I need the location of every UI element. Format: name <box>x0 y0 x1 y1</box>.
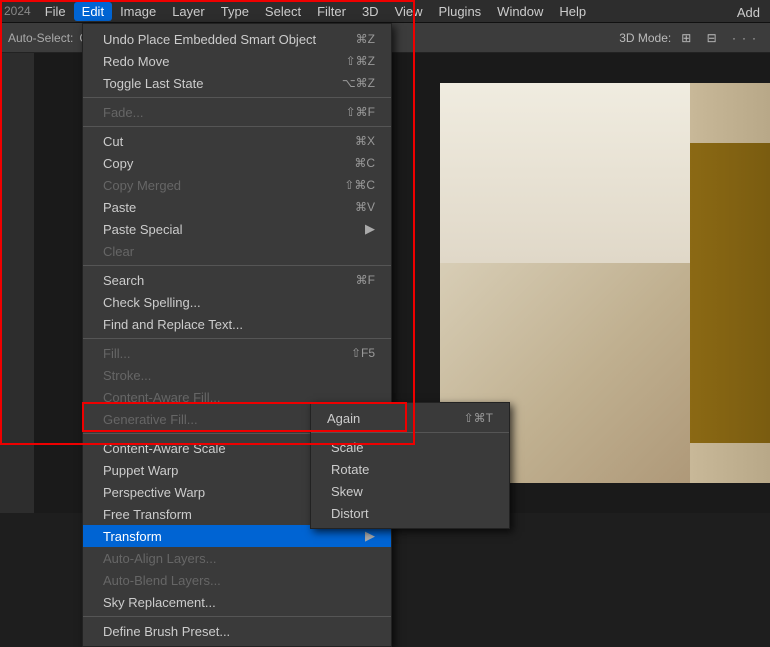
menu-plugins[interactable]: Plugins <box>431 2 490 21</box>
mode-icons: ⊞ ⊟ ··· <box>681 31 762 45</box>
menu-item-label: Copy Merged <box>103 178 181 193</box>
menu-item-shortcut: ⌥⌘Z <box>342 76 375 90</box>
separator-2 <box>83 126 391 127</box>
submenu-again-shortcut: ⇧⌘T <box>464 411 493 425</box>
menu-3d[interactable]: 3D <box>354 2 387 21</box>
menu-help[interactable]: Help <box>551 2 594 21</box>
menu-item-label: Puppet Warp <box>103 463 178 478</box>
edit-dropdown-menu: Undo Place Embedded Smart Object ⌘Z Redo… <box>82 23 392 647</box>
menu-item-paste[interactable]: Paste ⌘V <box>83 196 391 218</box>
menu-item-label: Stroke... <box>103 368 151 383</box>
menu-item-label: Rotate <box>331 462 369 477</box>
menu-item-label: Toggle Last State <box>103 76 203 91</box>
menu-item-shortcut: ⌘V <box>355 200 375 214</box>
room-shelf <box>690 143 770 443</box>
menu-item-label: Paste Special <box>103 222 183 237</box>
menu-item-toggle[interactable]: Toggle Last State ⌥⌘Z <box>83 72 391 94</box>
menu-item-label: Auto-Align Layers... <box>103 551 216 566</box>
menu-item-shortcut: ⌘F <box>356 273 375 287</box>
menu-item-label: Transform <box>103 529 162 544</box>
menu-item-shortcut: ⇧F5 <box>351 346 375 360</box>
menu-item-shortcut: ⇧⌘Z <box>346 54 375 68</box>
menu-item-fill[interactable]: Fill... ⇧F5 <box>83 342 391 364</box>
menu-image[interactable]: Image <box>112 2 164 21</box>
menu-item-shortcut: ⌘C <box>354 156 375 170</box>
menu-item-label: Find and Replace Text... <box>103 317 243 332</box>
transform-submenu: Again ⇧⌘T Scale Rotate Skew Distort <box>310 402 510 529</box>
menu-item-copy-merged[interactable]: Copy Merged ⇧⌘C <box>83 174 391 196</box>
submenu-arrow: ▶ <box>365 221 375 237</box>
menu-item-label: Define Brush Preset... <box>103 624 230 639</box>
menu-item-label: Undo Place Embedded Smart Object <box>103 32 316 47</box>
menu-item-label: Redo Move <box>103 54 169 69</box>
separator-4 <box>83 338 391 339</box>
menu-item-label: Check Spelling... <box>103 295 201 310</box>
ps-year-label: 2024 <box>4 4 31 18</box>
menu-item-label: Auto-Blend Layers... <box>103 573 221 588</box>
separator-1 <box>83 97 391 98</box>
menu-item-label: Fill... <box>103 346 130 361</box>
menu-item-label: Content-Aware Scale <box>103 441 226 456</box>
menu-window[interactable]: Window <box>489 2 551 21</box>
submenu-separator <box>311 432 509 433</box>
menu-item-spell[interactable]: Check Spelling... <box>83 291 391 313</box>
menu-item-label: Fade... <box>103 105 143 120</box>
submenu-item-skew[interactable]: Skew <box>311 480 509 502</box>
menu-item-label: Skew <box>331 484 363 499</box>
menu-item-find-replace[interactable]: Find and Replace Text... <box>83 313 391 335</box>
menu-item-shortcut: ⌘X <box>355 134 375 148</box>
submenu-item-scale[interactable]: Scale <box>311 436 509 458</box>
menu-item-label: Paste <box>103 200 136 215</box>
menu-item-cut[interactable]: Cut ⌘X <box>83 130 391 152</box>
menu-file[interactable]: File <box>37 2 74 21</box>
menu-item-paste-special[interactable]: Paste Special ▶ <box>83 218 391 240</box>
menu-item-label: Distort <box>331 506 369 521</box>
menu-item-define-brush[interactable]: Define Brush Preset... <box>83 620 391 642</box>
menu-item-label: Sky Replacement... <box>103 595 216 610</box>
submenu-item-distort[interactable]: Distort <box>311 502 509 524</box>
menu-item-shortcut: ⌘Z <box>356 32 375 46</box>
menu-item-label: Search <box>103 273 144 288</box>
menu-item-stroke[interactable]: Stroke... <box>83 364 391 386</box>
separator-3 <box>83 265 391 266</box>
menu-view[interactable]: View <box>387 2 431 21</box>
menu-bar: 2024 File Edit Image Layer Type Select F… <box>0 0 770 23</box>
left-tools-panel <box>0 53 35 513</box>
menu-item-search[interactable]: Search ⌘F <box>83 269 391 291</box>
menu-item-label: Cut <box>103 134 123 149</box>
menu-item-auto-align[interactable]: Auto-Align Layers... <box>83 547 391 569</box>
menu-item-clear[interactable]: Clear <box>83 240 391 262</box>
menu-item-shortcut: ⇧⌘F <box>346 105 375 119</box>
menu-item-label: Copy <box>103 156 133 171</box>
menu-filter[interactable]: Filter <box>309 2 354 21</box>
submenu-header-again[interactable]: Again ⇧⌘T <box>311 407 509 429</box>
auto-select-label: Auto-Select: <box>8 31 73 45</box>
menu-item-label: Perspective Warp <box>103 485 205 500</box>
menu-type[interactable]: Type <box>213 2 257 21</box>
menu-select[interactable]: Select <box>257 2 309 21</box>
submenu-item-rotate[interactable]: Rotate <box>311 458 509 480</box>
menu-item-label: Free Transform <box>103 507 192 522</box>
menu-item-label: Generative Fill... <box>103 412 198 427</box>
menu-item-label: Scale <box>331 440 364 455</box>
add-button[interactable]: Add <box>737 5 760 20</box>
menu-item-redo[interactable]: Redo Move ⇧⌘Z <box>83 50 391 72</box>
menu-edit[interactable]: Edit <box>74 2 112 21</box>
menu-item-copy[interactable]: Copy ⌘C <box>83 152 391 174</box>
separator-6 <box>83 616 391 617</box>
submenu-arrow-transform: ▶ <box>365 528 375 544</box>
menu-item-undo[interactable]: Undo Place Embedded Smart Object ⌘Z <box>83 28 391 50</box>
submenu-again-label: Again <box>327 411 360 426</box>
menu-item-auto-blend[interactable]: Auto-Blend Layers... <box>83 569 391 591</box>
menu-item-label: Clear <box>103 244 134 259</box>
menu-item-shortcut: ⇧⌘C <box>344 178 375 192</box>
menu-item-label: Content-Aware Fill... <box>103 390 221 405</box>
menu-item-sky-replacement[interactable]: Sky Replacement... <box>83 591 391 613</box>
mode-label: 3D Mode: <box>619 31 671 45</box>
menu-item-fade[interactable]: Fade... ⇧⌘F <box>83 101 391 123</box>
menu-layer[interactable]: Layer <box>164 2 213 21</box>
